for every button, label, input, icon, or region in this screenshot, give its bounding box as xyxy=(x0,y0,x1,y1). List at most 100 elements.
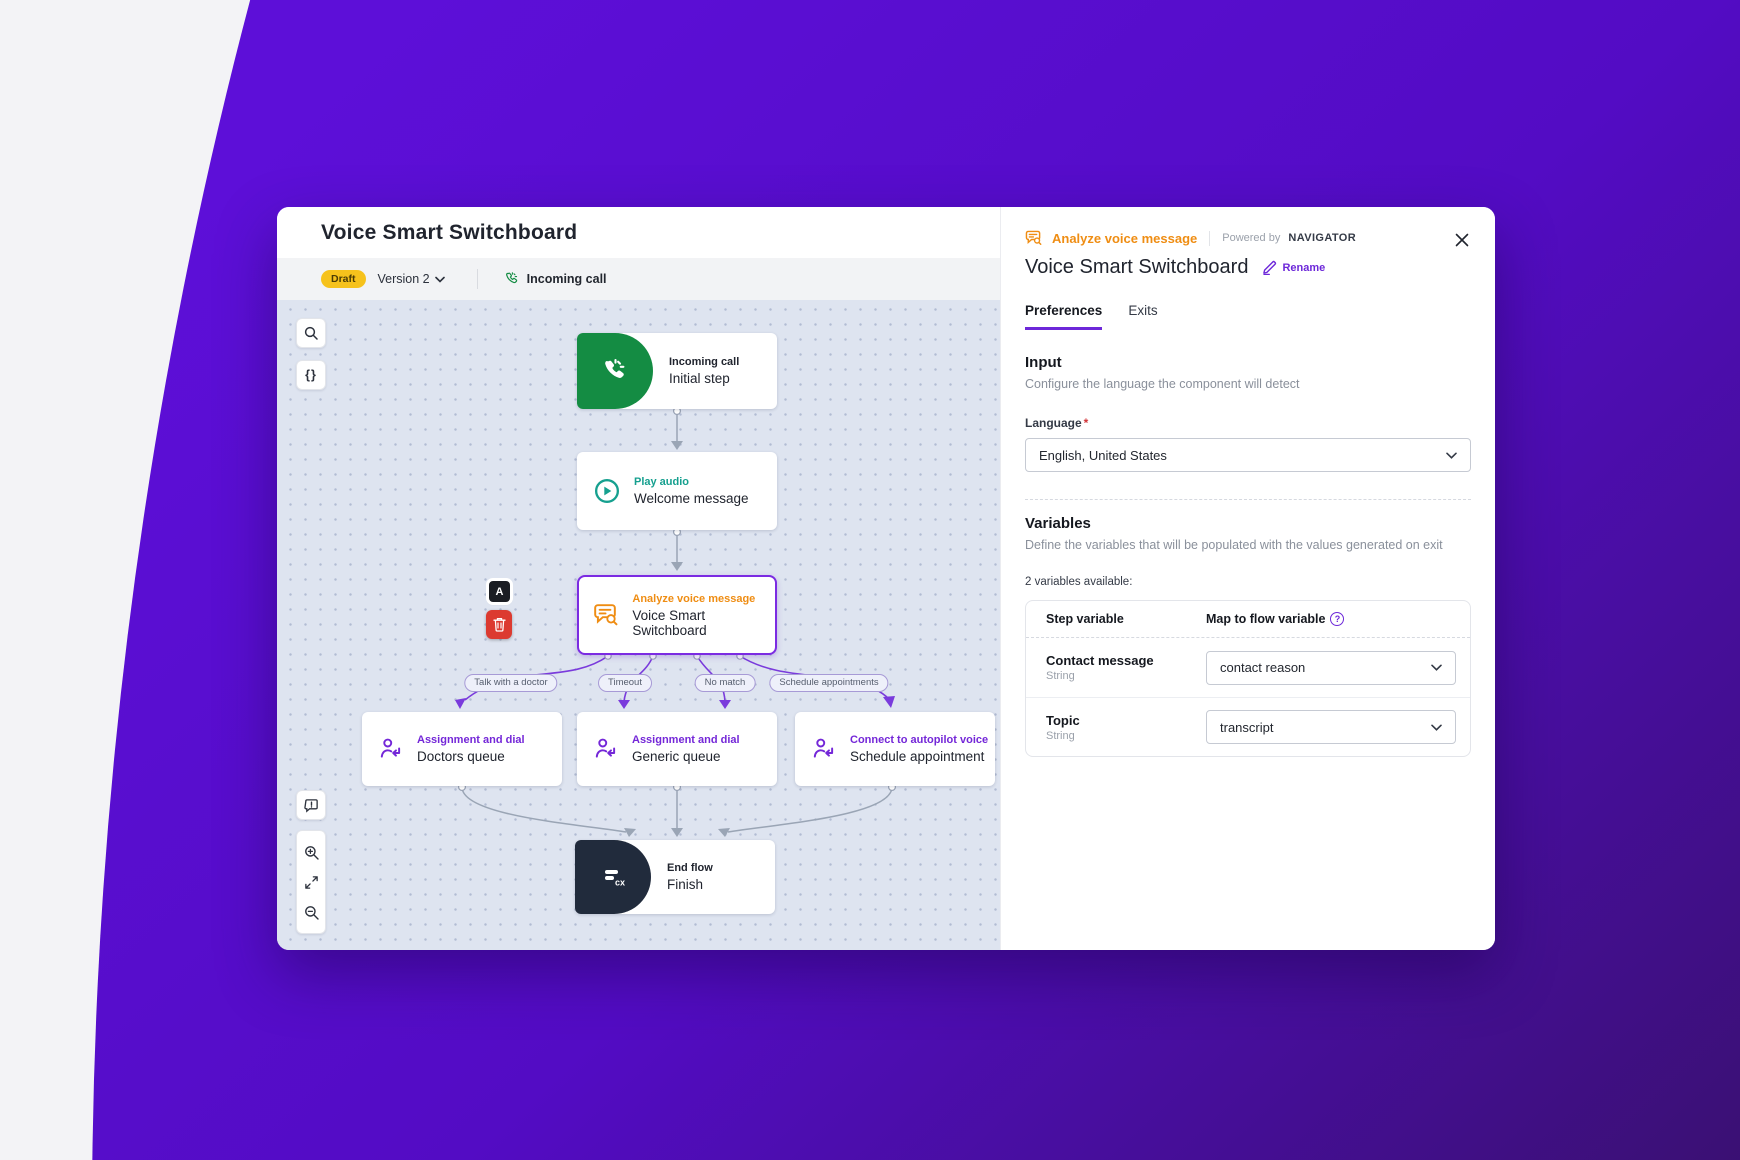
search-button[interactable] xyxy=(296,318,326,348)
letter-a-icon: A xyxy=(496,586,504,598)
rename-label: Rename xyxy=(1282,262,1325,274)
node-generic-queue[interactable]: Assignment and dial Generic queue xyxy=(577,712,777,786)
variable-name: Topic xyxy=(1046,713,1206,728)
chevron-down-icon xyxy=(1431,724,1442,731)
toolbar-divider xyxy=(477,269,478,289)
edge-label[interactable]: Schedule appointments xyxy=(769,674,888,692)
chevron-down-icon xyxy=(435,276,445,283)
variable-type: String xyxy=(1046,730,1206,742)
map-variable-value: transcript xyxy=(1220,720,1273,735)
version-label: Version 2 xyxy=(378,272,430,286)
rename-button[interactable]: Rename xyxy=(1262,260,1325,275)
node-name: Schedule appointment xyxy=(850,749,988,764)
end-flow-cap: cx xyxy=(575,840,651,914)
version-selector[interactable]: Version 2 xyxy=(378,272,445,286)
node-schedule-appointment[interactable]: Connect to autopilot voice Schedule appo… xyxy=(795,712,995,786)
edge-label[interactable]: Talk with a doctor xyxy=(464,674,557,692)
node-name: Initial step xyxy=(669,371,739,386)
language-select-value: English, United States xyxy=(1039,448,1167,463)
incoming-call-icon xyxy=(504,271,520,287)
node-category: End flow xyxy=(667,862,713,874)
flow-toolbar: Draft Version 2 Incoming call xyxy=(277,258,1000,300)
assignment-dial-icon xyxy=(378,736,404,762)
powered-by-label: Powered by xyxy=(1222,232,1280,244)
expand-icon xyxy=(304,875,319,890)
powered-by-value: NAVIGATOR xyxy=(1288,232,1356,244)
incoming-call-cap xyxy=(577,333,653,409)
input-section-title: Input xyxy=(1025,354,1471,371)
node-category: Analyze voice message xyxy=(632,593,775,605)
flow-title: Voice Smart Switchboard xyxy=(321,221,577,245)
input-section-description: Configure the language the component wil… xyxy=(1025,377,1471,391)
panel-tabs: Preferences Exits xyxy=(1025,303,1471,330)
variable-type: String xyxy=(1046,670,1206,682)
variables-button[interactable]: {} xyxy=(296,360,326,390)
header-divider xyxy=(1209,231,1210,246)
variable-name: Contact message xyxy=(1046,653,1206,668)
analyze-voice-icon xyxy=(1025,229,1044,247)
edge-label[interactable]: No match xyxy=(695,674,756,692)
node-name: Doctors queue xyxy=(417,749,525,764)
node-doctors-queue[interactable]: Assignment and dial Doctors queue xyxy=(362,712,562,786)
chevron-down-icon xyxy=(1431,664,1442,671)
node-name: Welcome message xyxy=(634,491,749,506)
node-play-audio[interactable]: Play audio Welcome message xyxy=(577,452,777,530)
map-variable-value: contact reason xyxy=(1220,660,1305,675)
braces-icon: {} xyxy=(305,368,317,382)
tab-preferences[interactable]: Preferences xyxy=(1025,303,1102,330)
trigger-indicator: Incoming call xyxy=(504,271,607,287)
column-label: Map to flow variable xyxy=(1206,612,1325,626)
incoming-call-icon xyxy=(600,356,630,386)
language-select[interactable]: English, United States xyxy=(1025,438,1471,472)
flow-canvas[interactable]: {} xyxy=(277,300,1000,950)
annotation-chip[interactable]: A xyxy=(489,581,510,602)
play-audio-icon xyxy=(593,477,621,505)
zoom-in-icon xyxy=(304,845,319,860)
zoom-out-icon xyxy=(304,905,319,920)
assignment-dial-icon xyxy=(593,736,619,762)
node-end-flow[interactable]: cx End flow Finish xyxy=(575,840,775,914)
edge-label[interactable]: Timeout xyxy=(598,674,652,692)
zoom-out-button[interactable] xyxy=(296,897,326,927)
node-category: Assignment and dial xyxy=(632,734,740,746)
panel-title-row: Voice Smart Switchboard Rename xyxy=(1025,256,1471,279)
section-divider xyxy=(1025,499,1471,500)
map-variable-select[interactable]: contact reason xyxy=(1206,651,1456,685)
component-settings-panel: Analyze voice message Powered by NAVIGAT… xyxy=(1000,207,1495,950)
flow-builder-window: Voice Smart Switchboard Draft Version 2 … xyxy=(277,207,1495,950)
tab-exits[interactable]: Exits xyxy=(1128,303,1157,330)
status-badge: Draft xyxy=(321,270,366,288)
node-analyze-voice-message[interactable]: Analyze voice message Voice Smart Switch… xyxy=(577,575,777,655)
required-mark: * xyxy=(1084,416,1089,430)
variable-row: Topic String transcript xyxy=(1026,697,1470,756)
flow-editor: Voice Smart Switchboard Draft Version 2 … xyxy=(277,207,1000,950)
feedback-button[interactable] xyxy=(296,790,326,820)
node-name: Generic queue xyxy=(632,749,740,764)
node-incoming-call[interactable]: Incoming call Initial step xyxy=(577,333,777,409)
column-step-variable: Step variable xyxy=(1046,612,1206,626)
language-label-text: Language xyxy=(1025,416,1082,430)
delete-node-button[interactable] xyxy=(486,610,512,639)
node-category: Connect to autopilot voice xyxy=(850,734,988,746)
map-variable-select[interactable]: transcript xyxy=(1206,710,1456,744)
fit-screen-button[interactable] xyxy=(296,867,326,897)
question-mark: ? xyxy=(1335,614,1341,624)
column-map-to-flow-variable: Map to flow variable ? xyxy=(1206,612,1344,626)
zoom-in-button[interactable] xyxy=(296,837,326,867)
help-icon[interactable]: ? xyxy=(1330,612,1344,626)
analyze-voice-icon xyxy=(593,601,621,629)
language-label: Language* xyxy=(1025,416,1471,430)
node-category: Incoming call xyxy=(669,356,739,368)
end-flow-icon: cx xyxy=(598,862,628,892)
node-name: Voice Smart Switchboard xyxy=(632,608,775,638)
zoom-controls xyxy=(296,830,326,934)
svg-text:cx: cx xyxy=(615,878,625,888)
flow-header: Voice Smart Switchboard xyxy=(277,207,1000,258)
close-icon xyxy=(1455,233,1469,247)
close-panel-button[interactable] xyxy=(1451,229,1473,251)
variables-table: Step variable Map to flow variable ? Con… xyxy=(1025,600,1471,757)
node-category: Assignment and dial xyxy=(417,734,525,746)
search-icon xyxy=(304,326,318,340)
trash-icon xyxy=(493,617,506,632)
chevron-down-icon xyxy=(1446,452,1457,459)
